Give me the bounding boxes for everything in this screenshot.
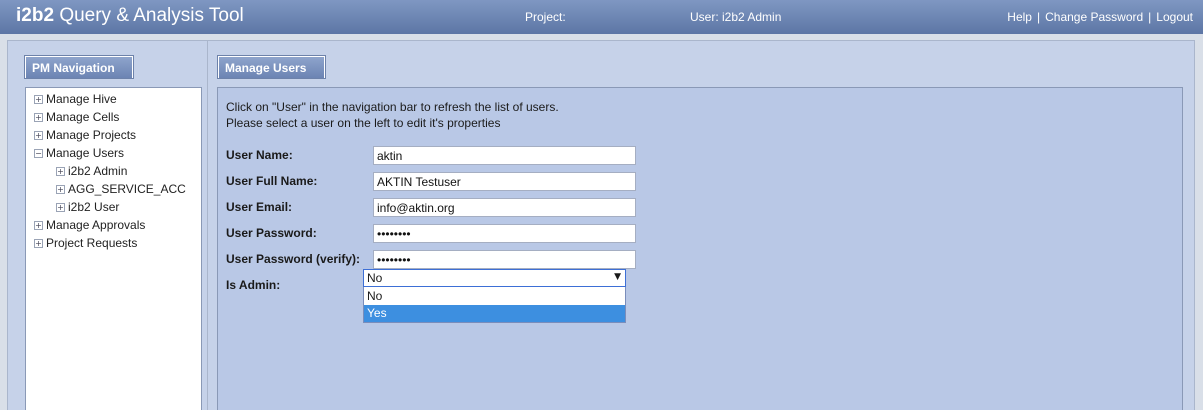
manage-users-panel: Click on "User" in the navigation bar to… (217, 87, 1183, 410)
expand-icon[interactable]: + (56, 166, 65, 176)
tree-item-label: Manage Projects (46, 128, 137, 142)
tab-manage-users[interactable]: Manage Users (218, 56, 325, 78)
project-label: Project: (525, 10, 566, 24)
expand-icon[interactable]: + (34, 130, 43, 140)
tree-item-label: Manage Cells (46, 110, 120, 124)
tree-item-label: Manage Approvals (46, 218, 146, 232)
app-title: i2b2 Query & Analysis Tool (16, 5, 244, 27)
tree-item-label: i2b2 User (68, 200, 120, 214)
expand-icon[interactable]: + (34, 112, 43, 122)
password-label: User Password: (226, 226, 317, 240)
tree-item-project-requests[interactable]: + Project Requests (34, 236, 137, 250)
info-message-refresh: Click on "User" in the navigation bar to… (226, 100, 559, 114)
app-title-text: Query & Analysis Tool (59, 5, 244, 26)
tree-item-manage-projects[interactable]: + Manage Projects (34, 128, 136, 142)
password-verify-input[interactable] (373, 250, 636, 269)
is-admin-select[interactable]: No ▼ (363, 269, 626, 287)
email-label: User Email: (226, 200, 293, 214)
collapse-icon[interactable]: − (34, 148, 43, 158)
tree-item-label: Manage Hive (46, 92, 117, 106)
is-admin-selected-value: No (367, 271, 383, 285)
expand-icon[interactable]: + (34, 94, 43, 104)
is-admin-dropdown-list: No Yes (363, 287, 626, 323)
password-input[interactable] (373, 224, 636, 243)
is-admin-option-yes[interactable]: Yes (364, 305, 625, 322)
header-links: Help | Change Password | Logout (1007, 10, 1193, 24)
full-name-input[interactable] (373, 172, 636, 191)
user-name-label: User Name: (226, 148, 293, 162)
info-message-select: Please select a user on the left to edit… (226, 116, 501, 130)
tree-item-manage-cells[interactable]: + Manage Cells (34, 110, 119, 124)
app-brand: i2b2 (16, 5, 55, 26)
tree-item-manage-hive[interactable]: + Manage Hive (34, 92, 117, 106)
logout-link[interactable]: Logout (1156, 10, 1193, 24)
chevron-down-icon[interactable]: ▼ (614, 272, 621, 282)
tree-item-user-i2b2-admin[interactable]: + i2b2 Admin (56, 164, 127, 178)
password-verify-label: User Password (verify): (226, 252, 361, 266)
full-name-label: User Full Name: (226, 174, 318, 188)
tree-item-label: AGG_SERVICE_ACC (68, 182, 186, 196)
tree-item-manage-users[interactable]: − Manage Users (34, 146, 124, 160)
link-separator: | (1148, 10, 1152, 24)
user-name-input[interactable] (373, 146, 636, 165)
tree-item-user-i2b2-user[interactable]: + i2b2 User (56, 200, 119, 214)
tab-pm-navigation[interactable]: PM Navigation (25, 56, 133, 78)
tree-item-manage-approvals[interactable]: + Manage Approvals (34, 218, 145, 232)
tree-item-label: Project Requests (46, 236, 138, 250)
change-password-link[interactable]: Change Password (1045, 10, 1143, 24)
user-label: User: i2b2 Admin (690, 10, 782, 24)
help-link[interactable]: Help (1007, 10, 1032, 24)
tree-item-label: Manage Users (46, 146, 125, 160)
top-header-bar: i2b2 Query & Analysis Tool Project: User… (0, 0, 1203, 34)
is-admin-option-no[interactable]: No (364, 288, 625, 305)
expand-icon[interactable]: + (56, 184, 65, 194)
link-separator: | (1036, 10, 1041, 24)
manage-users-frame: Manage Users Click on "User" in the navi… (207, 40, 1195, 410)
tree-item-label: i2b2 Admin (68, 164, 128, 178)
email-input[interactable] (373, 198, 636, 217)
expand-icon[interactable]: + (56, 202, 65, 212)
expand-icon[interactable]: + (34, 220, 43, 230)
navigation-tree: + Manage Hive + Manage Cells + Manage Pr… (25, 87, 202, 410)
pm-navigation-frame: PM Navigation + Manage Hive + Manage Cel… (7, 40, 211, 410)
tree-item-user-agg-service[interactable]: + AGG_SERVICE_ACC (56, 182, 186, 196)
is-admin-label: Is Admin: (226, 278, 281, 292)
expand-icon[interactable]: + (34, 238, 43, 248)
